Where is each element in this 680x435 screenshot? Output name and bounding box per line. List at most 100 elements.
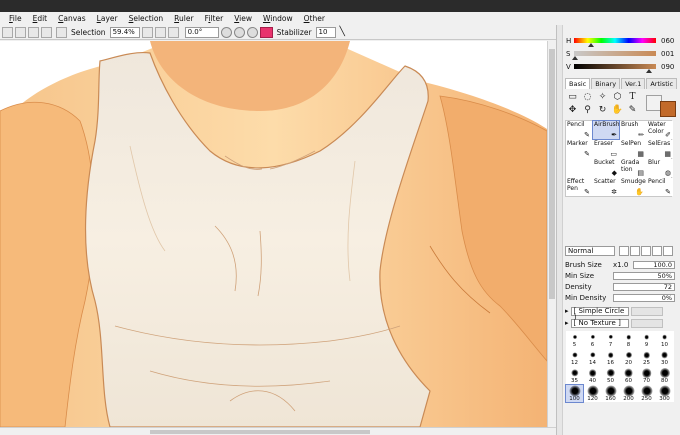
canvas-horizontal-scrollbar[interactable] [0,427,556,435]
brush-size-preset[interactable]: 160 [602,385,619,402]
magic-wand-icon[interactable]: ✧ [596,91,609,103]
brush-size-preset[interactable]: 9 [638,331,655,348]
eyedropper-icon[interactable]: ✎ [626,104,639,116]
drawing-canvas[interactable] [0,41,547,427]
blend-mode-select[interactable]: Normal [565,246,615,256]
tab-binary[interactable]: Binary [591,78,621,89]
zoom-reset-button[interactable] [167,26,179,38]
brush-size-preset[interactable]: 50 [602,367,619,384]
texture-select[interactable]: [ No Texture ] [570,318,629,328]
zoom-icon[interactable]: ⚲ [581,104,594,116]
brush-size-preset[interactable]: 5 [566,331,583,348]
texture-strength[interactable] [630,318,663,328]
brush-brush[interactable]: Brush ✏ [620,121,646,139]
brush-effect-pen[interactable]: Effect Pen ✎ [566,178,592,196]
brush-size-preset[interactable]: 30 [656,349,673,366]
brush-size-preset[interactable]: 80 [656,367,673,384]
rotate-icon[interactable]: ↻ [596,104,609,116]
brush-size-preset[interactable]: 25 [638,349,655,366]
brush-size-preset[interactable]: 250 [638,385,655,402]
brush-eraser[interactable]: Eraser ▭ [593,140,619,158]
zoom-out-button[interactable] [141,26,153,38]
selection-toggle-icon[interactable] [56,26,67,38]
brush-size-multiplier[interactable]: x1.0 [613,261,633,269]
menu-ruler[interactable]: Ruler [169,13,199,25]
density-field[interactable]: 72 [613,283,675,291]
line-tool-icon[interactable]: ╲ [338,27,347,37]
brush-seleras[interactable]: SelEras ▦ [647,140,673,158]
tab-basic[interactable]: Basic [565,78,591,89]
select-all-button[interactable] [41,26,52,38]
saturation-slider[interactable] [572,51,656,60]
text-icon[interactable]: T [626,91,639,103]
move-icon[interactable]: ⬡ [611,91,624,103]
brush-size-preset[interactable]: 70 [638,367,655,384]
brush-size-preset[interactable]: 7 [602,331,619,348]
shape-hard-button[interactable] [663,246,673,256]
expand-arrow-icon[interactable]: ▸ [565,307,569,315]
deselect-button[interactable] [28,26,39,38]
undo-button[interactable] [2,26,13,38]
brush-marker[interactable]: Marker ✎ [566,140,592,158]
menu-filter[interactable]: Filter [200,13,230,25]
brush-blur[interactable]: Blur ◍ [647,159,673,177]
value-slider[interactable] [574,64,656,73]
brush-size-preset[interactable]: 6 [584,331,601,348]
tab-artistic[interactable]: Artistic [646,78,678,89]
menu-edit[interactable]: Edit [28,13,54,25]
brush-size-preset[interactable]: 60 [620,367,637,384]
min-size-field[interactable]: 50% [613,272,675,280]
rotate-reset-button[interactable] [246,26,258,38]
brush-bucket[interactable]: Bucket ◆ [593,159,619,177]
value-caret[interactable] [646,69,652,73]
menu-selection[interactable]: Selection [124,13,170,25]
shape-sharp-button[interactable] [619,246,629,256]
hue-caret[interactable] [588,43,594,47]
rotate-right-button[interactable] [233,26,245,38]
hue-slider[interactable] [574,38,656,47]
brush-selpen[interactable]: SelPen ▦ [620,140,646,158]
pan-icon[interactable]: ✥ [566,104,579,116]
brush-pencil[interactable]: Pencil ✎ [566,121,592,139]
angle-field[interactable]: 0.0° [184,26,219,38]
min-density-field[interactable]: 0% [613,294,675,302]
brush-size-field[interactable]: 100.0 [633,261,675,269]
brush-size-preset[interactable]: 14 [584,349,601,366]
saturation-caret[interactable] [572,56,578,60]
brush-size-preset[interactable]: 300 [656,385,673,402]
brush-shape-strength[interactable] [630,306,663,316]
menu-view[interactable]: View [229,13,258,25]
brush-shape-select[interactable]: [ Simple Circle ] [570,306,629,321]
brush-grada-tion[interactable]: Grada tion ▤ [620,159,646,177]
rect-select-icon[interactable]: ▭ [566,91,579,103]
menu-window[interactable]: Window [258,13,299,25]
redo-button[interactable] [15,26,26,38]
brush-airbrush[interactable]: AirBrush ✒ [592,120,620,140]
brush-size-preset[interactable]: 10 [656,331,673,348]
flip-horizontal-button[interactable] [259,26,273,38]
brush-size-preset[interactable]: 40 [584,367,601,384]
hand-icon[interactable]: ✋ [611,104,624,116]
shape-soft-button[interactable] [652,246,662,256]
brush-smudge[interactable]: Smudge ✋ [620,178,646,196]
brush-size-preset[interactable]: 8 [620,331,637,348]
brush-size-preset[interactable]: 100 [565,384,584,403]
brush-size-preset[interactable]: 200 [620,385,637,402]
brush-water-color[interactable]: Water Color ✐ [647,121,673,139]
brush-empty-slot[interactable] [566,159,592,177]
brush-pencil[interactable]: Pencil ✎ [647,178,673,196]
canvas-vertical-scrollbar[interactable] [547,41,556,427]
expand-arrow-icon[interactable]: ▸ [565,319,569,327]
brush-size-preset[interactable]: 35 [566,367,583,384]
panel-scrollbar[interactable] [557,25,563,435]
zoom-field[interactable]: 59.4% [109,26,140,38]
shape-flat-button[interactable] [641,246,651,256]
shape-round-button[interactable] [630,246,640,256]
menu-layer[interactable]: Layer [92,13,124,25]
brush-scatter[interactable]: Scatter ✲ [593,178,619,196]
brush-size-preset[interactable]: 120 [584,385,601,402]
stabilizer-select[interactable]: 10 [315,26,336,38]
brush-size-preset[interactable]: 20 [620,349,637,366]
brush-size-preset[interactable]: 12 [566,349,583,366]
zoom-in-button[interactable] [154,26,166,38]
